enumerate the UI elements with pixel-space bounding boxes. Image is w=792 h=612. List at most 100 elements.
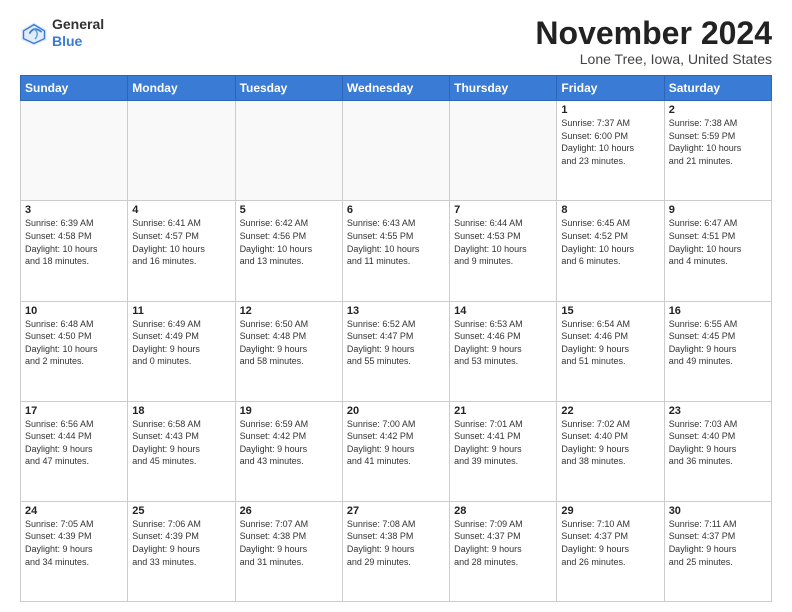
day-info: Sunrise: 7:37 AM Sunset: 6:00 PM Dayligh… bbox=[561, 117, 659, 167]
page: General Blue November 2024 Lone Tree, Io… bbox=[0, 0, 792, 612]
col-thursday: Thursday bbox=[450, 76, 557, 101]
day-number: 10 bbox=[25, 305, 123, 317]
col-sunday: Sunday bbox=[21, 76, 128, 101]
day-info: Sunrise: 7:38 AM Sunset: 5:59 PM Dayligh… bbox=[669, 117, 767, 167]
calendar-cell: 18Sunrise: 6:58 AM Sunset: 4:43 PM Dayli… bbox=[128, 401, 235, 501]
day-number: 18 bbox=[132, 405, 230, 417]
day-number: 4 bbox=[132, 204, 230, 216]
calendar-cell: 29Sunrise: 7:10 AM Sunset: 4:37 PM Dayli… bbox=[557, 501, 664, 601]
location: Lone Tree, Iowa, United States bbox=[535, 51, 772, 67]
calendar-cell bbox=[128, 101, 235, 201]
day-info: Sunrise: 6:55 AM Sunset: 4:45 PM Dayligh… bbox=[669, 318, 767, 368]
day-info: Sunrise: 7:10 AM Sunset: 4:37 PM Dayligh… bbox=[561, 518, 659, 568]
calendar-header-row: Sunday Monday Tuesday Wednesday Thursday… bbox=[21, 76, 772, 101]
calendar-cell bbox=[235, 101, 342, 201]
day-info: Sunrise: 6:43 AM Sunset: 4:55 PM Dayligh… bbox=[347, 217, 445, 267]
day-info: Sunrise: 7:11 AM Sunset: 4:37 PM Dayligh… bbox=[669, 518, 767, 568]
day-info: Sunrise: 7:06 AM Sunset: 4:39 PM Dayligh… bbox=[132, 518, 230, 568]
logo-blue: Blue bbox=[52, 33, 104, 50]
day-info: Sunrise: 6:49 AM Sunset: 4:49 PM Dayligh… bbox=[132, 318, 230, 368]
day-info: Sunrise: 6:41 AM Sunset: 4:57 PM Dayligh… bbox=[132, 217, 230, 267]
col-monday: Monday bbox=[128, 76, 235, 101]
day-info: Sunrise: 6:54 AM Sunset: 4:46 PM Dayligh… bbox=[561, 318, 659, 368]
calendar-cell: 1Sunrise: 7:37 AM Sunset: 6:00 PM Daylig… bbox=[557, 101, 664, 201]
calendar-cell: 28Sunrise: 7:09 AM Sunset: 4:37 PM Dayli… bbox=[450, 501, 557, 601]
day-info: Sunrise: 6:45 AM Sunset: 4:52 PM Dayligh… bbox=[561, 217, 659, 267]
day-number: 7 bbox=[454, 204, 552, 216]
day-info: Sunrise: 6:47 AM Sunset: 4:51 PM Dayligh… bbox=[669, 217, 767, 267]
logo-general: General bbox=[52, 16, 104, 33]
calendar-cell: 17Sunrise: 6:56 AM Sunset: 4:44 PM Dayli… bbox=[21, 401, 128, 501]
calendar-cell: 27Sunrise: 7:08 AM Sunset: 4:38 PM Dayli… bbox=[342, 501, 449, 601]
calendar-cell: 11Sunrise: 6:49 AM Sunset: 4:49 PM Dayli… bbox=[128, 301, 235, 401]
calendar-cell: 13Sunrise: 6:52 AM Sunset: 4:47 PM Dayli… bbox=[342, 301, 449, 401]
day-number: 11 bbox=[132, 305, 230, 317]
day-info: Sunrise: 6:42 AM Sunset: 4:56 PM Dayligh… bbox=[240, 217, 338, 267]
calendar-cell: 9Sunrise: 6:47 AM Sunset: 4:51 PM Daylig… bbox=[664, 201, 771, 301]
calendar-cell: 14Sunrise: 6:53 AM Sunset: 4:46 PM Dayli… bbox=[450, 301, 557, 401]
calendar-cell: 3Sunrise: 6:39 AM Sunset: 4:58 PM Daylig… bbox=[21, 201, 128, 301]
day-number: 6 bbox=[347, 204, 445, 216]
day-number: 3 bbox=[25, 204, 123, 216]
calendar-cell: 21Sunrise: 7:01 AM Sunset: 4:41 PM Dayli… bbox=[450, 401, 557, 501]
day-number: 21 bbox=[454, 405, 552, 417]
logo-text: General Blue bbox=[52, 16, 104, 50]
calendar-cell: 8Sunrise: 6:45 AM Sunset: 4:52 PM Daylig… bbox=[557, 201, 664, 301]
day-info: Sunrise: 7:05 AM Sunset: 4:39 PM Dayligh… bbox=[25, 518, 123, 568]
calendar-cell: 7Sunrise: 6:44 AM Sunset: 4:53 PM Daylig… bbox=[450, 201, 557, 301]
header: General Blue November 2024 Lone Tree, Io… bbox=[20, 16, 772, 67]
week-row-1: 1Sunrise: 7:37 AM Sunset: 6:00 PM Daylig… bbox=[21, 101, 772, 201]
day-number: 14 bbox=[454, 305, 552, 317]
day-info: Sunrise: 7:08 AM Sunset: 4:38 PM Dayligh… bbox=[347, 518, 445, 568]
day-info: Sunrise: 6:39 AM Sunset: 4:58 PM Dayligh… bbox=[25, 217, 123, 267]
day-info: Sunrise: 7:07 AM Sunset: 4:38 PM Dayligh… bbox=[240, 518, 338, 568]
col-tuesday: Tuesday bbox=[235, 76, 342, 101]
title-area: November 2024 Lone Tree, Iowa, United St… bbox=[535, 16, 772, 67]
day-info: Sunrise: 7:01 AM Sunset: 4:41 PM Dayligh… bbox=[454, 418, 552, 468]
month-title: November 2024 bbox=[535, 16, 772, 51]
week-row-4: 17Sunrise: 6:56 AM Sunset: 4:44 PM Dayli… bbox=[21, 401, 772, 501]
day-info: Sunrise: 6:58 AM Sunset: 4:43 PM Dayligh… bbox=[132, 418, 230, 468]
calendar-cell: 25Sunrise: 7:06 AM Sunset: 4:39 PM Dayli… bbox=[128, 501, 235, 601]
calendar-cell bbox=[342, 101, 449, 201]
day-info: Sunrise: 6:59 AM Sunset: 4:42 PM Dayligh… bbox=[240, 418, 338, 468]
day-info: Sunrise: 7:03 AM Sunset: 4:40 PM Dayligh… bbox=[669, 418, 767, 468]
week-row-5: 24Sunrise: 7:05 AM Sunset: 4:39 PM Dayli… bbox=[21, 501, 772, 601]
day-number: 16 bbox=[669, 305, 767, 317]
col-friday: Friday bbox=[557, 76, 664, 101]
day-number: 27 bbox=[347, 505, 445, 517]
calendar-cell: 26Sunrise: 7:07 AM Sunset: 4:38 PM Dayli… bbox=[235, 501, 342, 601]
calendar-cell: 22Sunrise: 7:02 AM Sunset: 4:40 PM Dayli… bbox=[557, 401, 664, 501]
calendar-table: Sunday Monday Tuesday Wednesday Thursday… bbox=[20, 75, 772, 602]
day-number: 24 bbox=[25, 505, 123, 517]
day-info: Sunrise: 7:00 AM Sunset: 4:42 PM Dayligh… bbox=[347, 418, 445, 468]
week-row-2: 3Sunrise: 6:39 AM Sunset: 4:58 PM Daylig… bbox=[21, 201, 772, 301]
day-number: 28 bbox=[454, 505, 552, 517]
col-saturday: Saturday bbox=[664, 76, 771, 101]
day-number: 2 bbox=[669, 104, 767, 116]
day-number: 12 bbox=[240, 305, 338, 317]
day-info: Sunrise: 6:52 AM Sunset: 4:47 PM Dayligh… bbox=[347, 318, 445, 368]
logo: General Blue bbox=[20, 16, 104, 50]
logo-icon bbox=[20, 19, 48, 47]
calendar-cell: 23Sunrise: 7:03 AM Sunset: 4:40 PM Dayli… bbox=[664, 401, 771, 501]
day-number: 17 bbox=[25, 405, 123, 417]
day-number: 20 bbox=[347, 405, 445, 417]
day-number: 30 bbox=[669, 505, 767, 517]
calendar-cell: 20Sunrise: 7:00 AM Sunset: 4:42 PM Dayli… bbox=[342, 401, 449, 501]
day-info: Sunrise: 7:09 AM Sunset: 4:37 PM Dayligh… bbox=[454, 518, 552, 568]
day-number: 22 bbox=[561, 405, 659, 417]
calendar-cell: 6Sunrise: 6:43 AM Sunset: 4:55 PM Daylig… bbox=[342, 201, 449, 301]
day-info: Sunrise: 7:02 AM Sunset: 4:40 PM Dayligh… bbox=[561, 418, 659, 468]
calendar-cell: 12Sunrise: 6:50 AM Sunset: 4:48 PM Dayli… bbox=[235, 301, 342, 401]
calendar-cell bbox=[450, 101, 557, 201]
day-number: 25 bbox=[132, 505, 230, 517]
day-number: 15 bbox=[561, 305, 659, 317]
day-number: 8 bbox=[561, 204, 659, 216]
day-number: 26 bbox=[240, 505, 338, 517]
calendar-cell: 19Sunrise: 6:59 AM Sunset: 4:42 PM Dayli… bbox=[235, 401, 342, 501]
day-number: 19 bbox=[240, 405, 338, 417]
calendar-cell: 2Sunrise: 7:38 AM Sunset: 5:59 PM Daylig… bbox=[664, 101, 771, 201]
calendar-cell bbox=[21, 101, 128, 201]
calendar-cell: 4Sunrise: 6:41 AM Sunset: 4:57 PM Daylig… bbox=[128, 201, 235, 301]
